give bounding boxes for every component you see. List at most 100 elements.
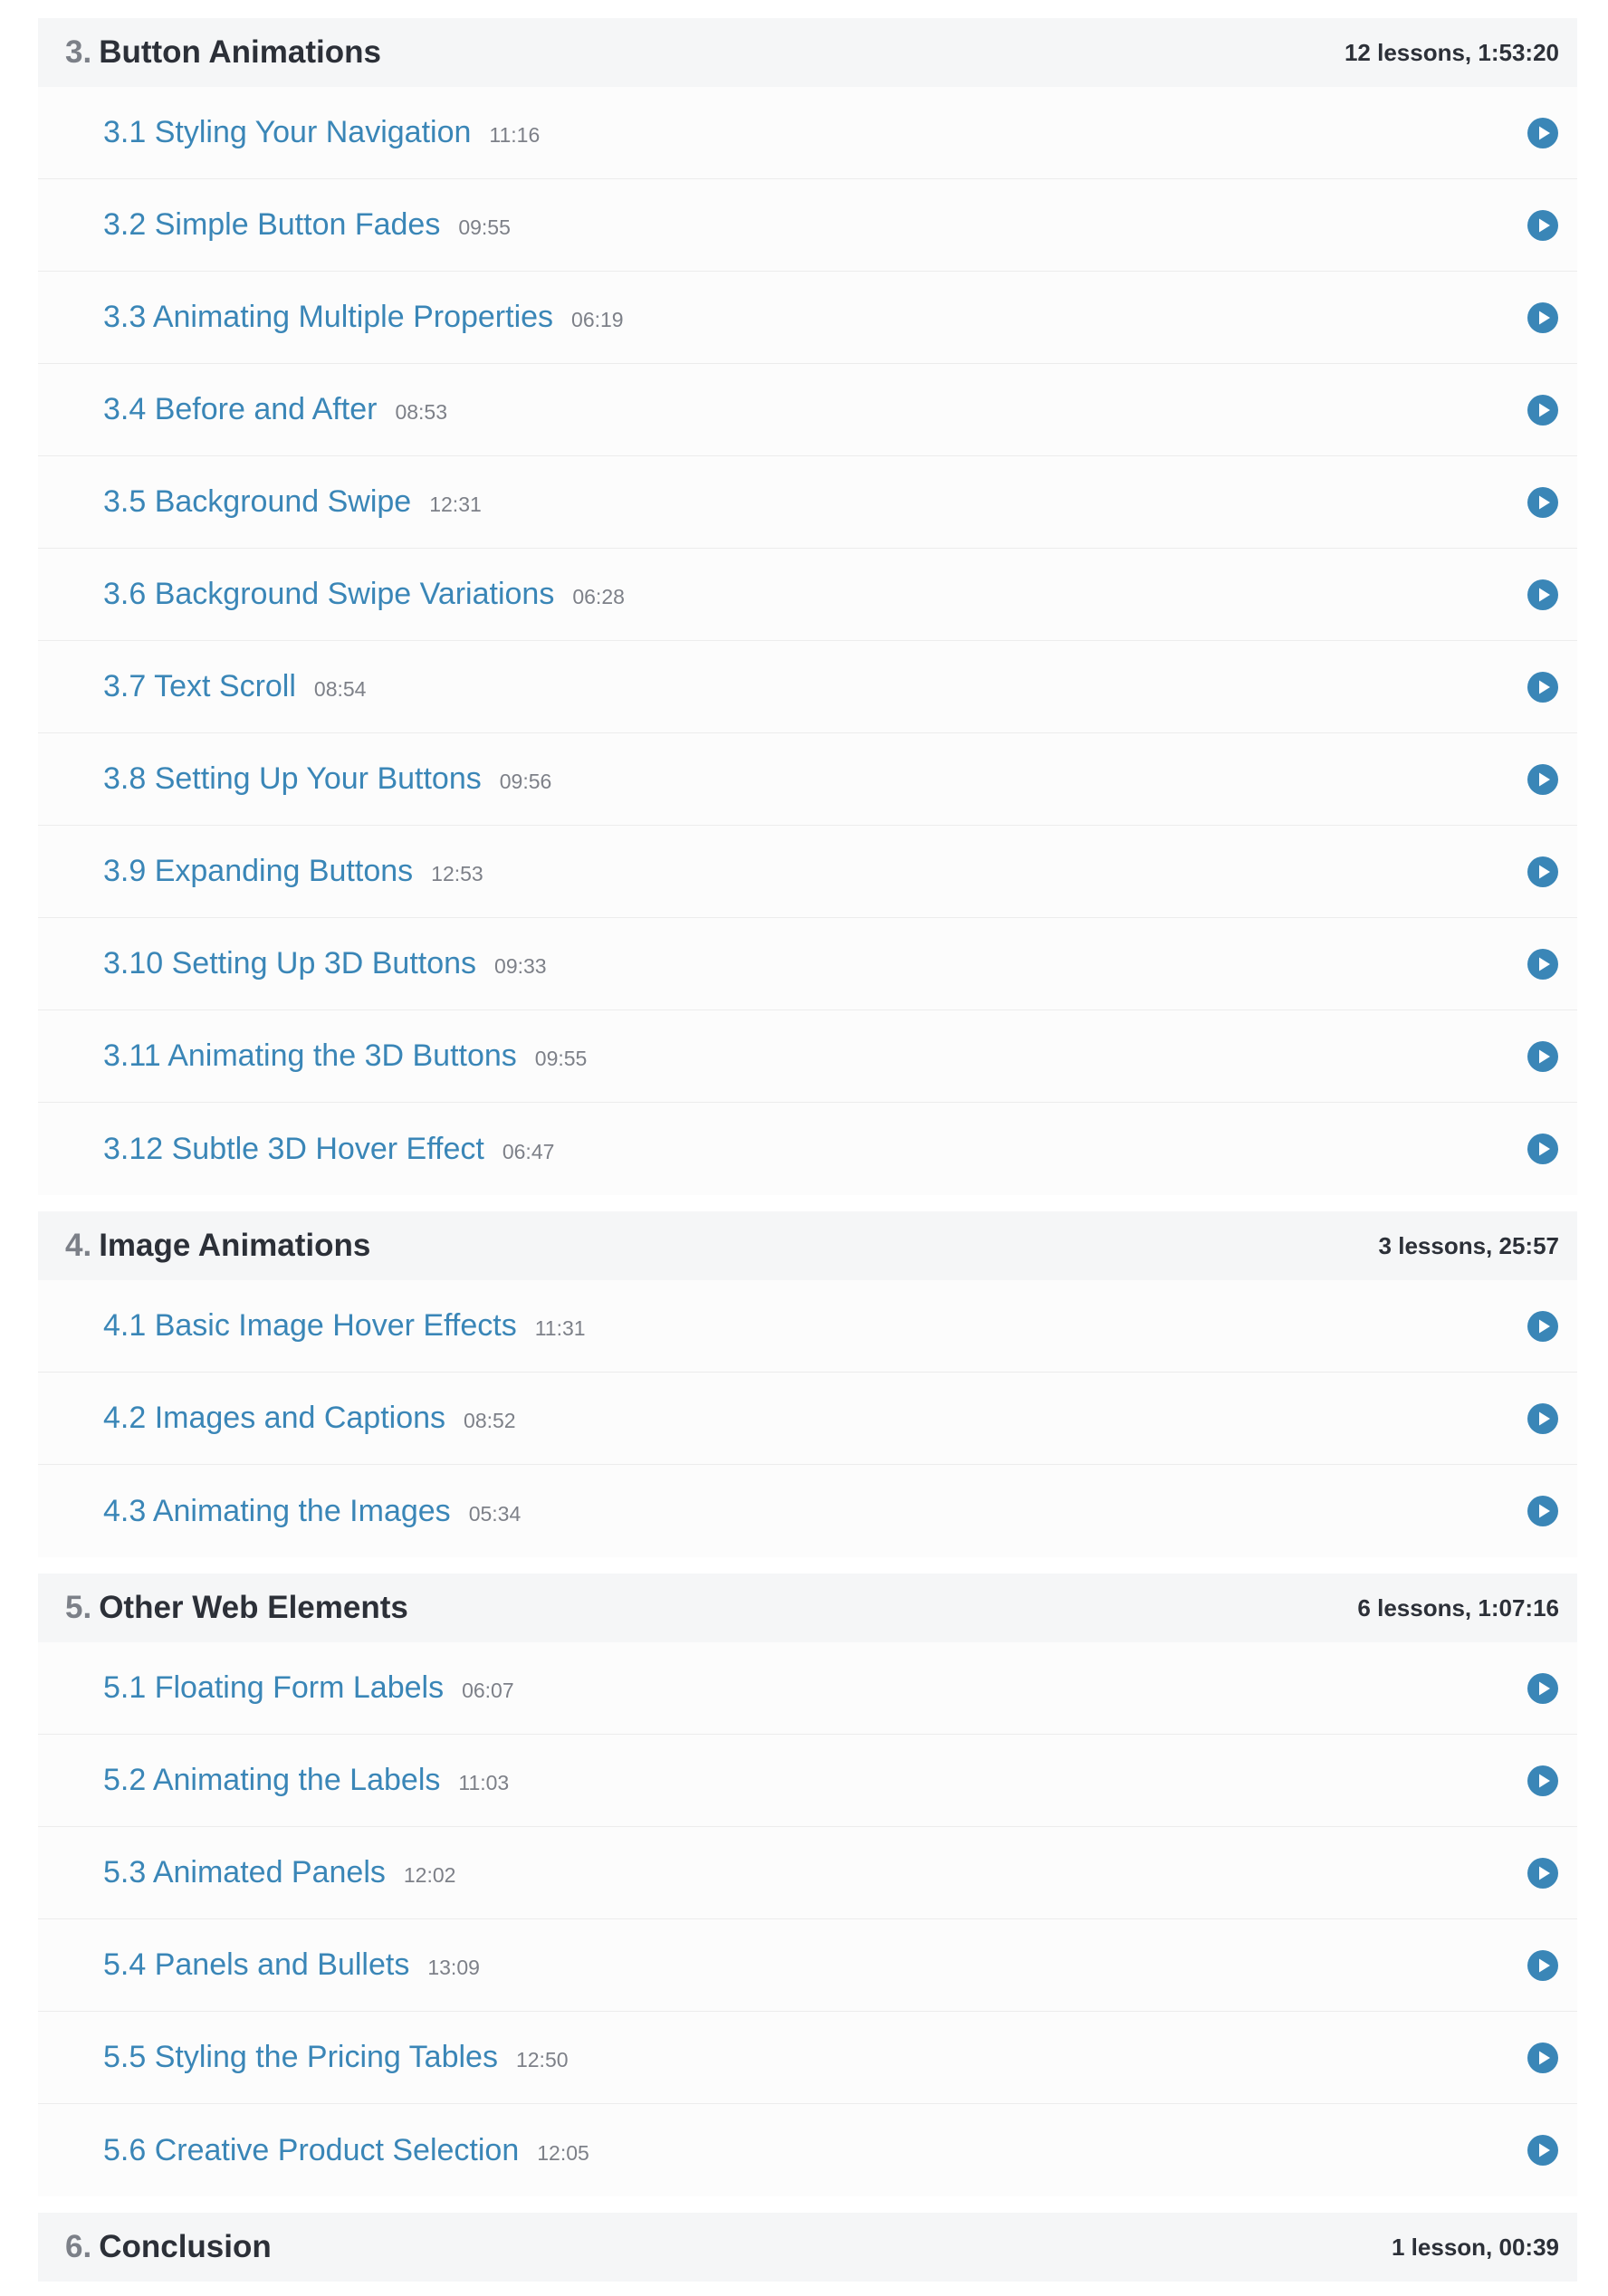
section-lesson-count: 12 lessons, 1:53:20 [1344,38,1559,66]
lesson-row[interactable]: 3.7 Text Scroll 08:54 [38,641,1577,733]
lesson-title-link[interactable]: 4.3 Animating the Images [103,1494,451,1529]
lesson-title-link[interactable]: 3.12 Subtle 3D Hover Effect [103,1132,484,1167]
section-name: Conclusion [99,2229,272,2264]
lesson-title-link[interactable]: 3.10 Setting Up 3D Buttons [103,946,476,981]
play-circle-icon[interactable] [1527,1133,1559,1165]
lesson-row[interactable]: 3.3 Animating Multiple Properties 06:19 [38,272,1577,364]
play-circle-icon[interactable] [1527,763,1559,796]
play-circle-icon[interactable] [1527,2042,1559,2074]
lesson-info: 3.10 Setting Up 3D Buttons 09:33 [103,946,547,981]
play-circle-icon[interactable] [1527,486,1559,519]
lesson-row[interactable]: 4.2 Images and Captions 08:52 [38,1373,1577,1465]
lesson-title-link[interactable]: 3.3 Animating Multiple Properties [103,300,553,335]
lesson-duration: 09:55 [534,1047,588,1070]
lesson-title-link[interactable]: 5.6 Creative Product Selection [103,2133,519,2168]
lesson-title-link[interactable]: 5.1 Floating Form Labels [103,1670,444,1706]
play-circle-icon[interactable] [1527,117,1559,149]
lesson-row[interactable]: 4.1 Basic Image Hover Effects 11:31 [38,1280,1577,1373]
lesson-row[interactable]: 5.2 Animating the Labels 11:03 [38,1735,1577,1827]
lesson-info: 5.6 Creative Product Selection 12:05 [103,2133,589,2168]
lesson-row[interactable]: 3.10 Setting Up 3D Buttons 09:33 [38,918,1577,1010]
lesson-duration: 12:50 [515,2048,569,2071]
lesson-info: 3.7 Text Scroll 08:54 [103,669,366,704]
play-circle-icon[interactable] [1527,2134,1559,2167]
lesson-duration: 08:52 [464,1409,516,1432]
lesson-duration: 05:34 [468,1501,522,1526]
lesson-info: 5.3 Animated Panels 12:02 [103,1855,455,1890]
lesson-info: 3.11 Animating the 3D Buttons 09:55 [103,1038,587,1074]
lesson-row[interactable]: 3.2 Simple Button Fades 09:55 [38,179,1577,272]
lesson-duration: 09:33 [494,954,547,978]
lesson-row[interactable]: 3.12 Subtle 3D Hover Effect 06:47 [38,1103,1577,1195]
section-name: Image Animations [99,1228,371,1263]
play-circle-icon[interactable] [1527,1672,1559,1705]
lesson-title-link[interactable]: 5.2 Animating the Labels [103,1763,440,1798]
lesson-row[interactable]: 5.3 Animated Panels 12:02 [38,1827,1577,1919]
lesson-info: 5.2 Animating the Labels 11:03 [103,1763,509,1798]
play-circle-icon[interactable] [1527,209,1559,242]
play-circle-icon[interactable] [1527,1402,1559,1435]
lesson-row[interactable]: 3.1 Styling Your Navigation 11:16 [38,87,1577,179]
lesson-title-link[interactable]: 4.2 Images and Captions [103,1401,445,1436]
section-header[interactable]: 4. Image Animations 3 lessons, 25:57 [38,1211,1577,1280]
play-circle-icon[interactable] [1527,1765,1559,1797]
section-title: 5. Other Web Elements [65,1590,408,1626]
section-header[interactable]: 6. Conclusion 1 lesson, 00:39 [38,2213,1577,2282]
lesson-info: 3.6 Background Swipe Variations 06:28 [103,577,625,612]
lesson-info: 3.9 Expanding Buttons 12:53 [103,854,483,889]
lesson-title-link[interactable]: 3.5 Background Swipe [103,484,411,520]
play-circle-icon[interactable] [1527,579,1559,611]
lesson-title-link[interactable]: 3.9 Expanding Buttons [103,854,413,889]
lesson-title-link[interactable]: 5.5 Styling the Pricing Tables [103,2040,498,2075]
lesson-row[interactable]: 5.1 Floating Form Labels 06:07 [38,1642,1577,1735]
play-circle-icon[interactable] [1527,671,1559,703]
play-circle-icon[interactable] [1527,1040,1559,1073]
play-circle-icon[interactable] [1527,1857,1559,1889]
lesson-info: 5.4 Panels and Bullets 13:09 [103,1947,480,1983]
lesson-row[interactable]: 3.8 Setting Up Your Buttons 09:56 [38,733,1577,826]
section-title: 6. Conclusion [65,2229,272,2265]
lesson-title-link[interactable]: 3.4 Before and After [103,392,377,427]
section-lesson-count: 1 lesson, 00:39 [1392,2233,1559,2261]
play-circle-icon[interactable] [1527,394,1559,426]
lesson-title-link[interactable]: 3.1 Styling Your Navigation [103,115,471,150]
lesson-row[interactable]: 5.5 Styling the Pricing Tables 12:50 [38,2012,1577,2104]
lesson-duration: 08:53 [395,400,447,424]
lesson-title-link[interactable]: 4.1 Basic Image Hover Effects [103,1308,517,1344]
play-circle-icon[interactable] [1527,1310,1559,1343]
section-number: 5. [65,1590,92,1625]
section-header[interactable]: 3. Button Animations 12 lessons, 1:53:20 [38,18,1577,87]
lesson-title-link[interactable]: 5.3 Animated Panels [103,1855,386,1890]
lesson-row[interactable]: 4.3 Animating the Images 05:34 [38,1465,1577,1557]
play-circle-icon[interactable] [1527,948,1559,981]
lesson-info: 4.2 Images and Captions 08:52 [103,1401,516,1436]
lesson-title-link[interactable]: 3.2 Simple Button Fades [103,207,440,243]
section-header[interactable]: 5. Other Web Elements 6 lessons, 1:07:16 [38,1574,1577,1642]
play-circle-icon[interactable] [1527,1495,1559,1527]
lesson-title-link[interactable]: 3.11 Animating the 3D Buttons [103,1038,517,1074]
play-circle-icon[interactable] [1527,301,1559,334]
lesson-duration: 11:16 [489,123,541,147]
lesson-info: 3.2 Simple Button Fades 09:55 [103,207,511,243]
lesson-row[interactable]: 3.6 Background Swipe Variations 06:28 [38,549,1577,641]
lesson-row[interactable]: 5.4 Panels and Bullets 13:09 [38,1919,1577,2012]
lesson-row[interactable]: 3.4 Before and After 08:53 [38,364,1577,456]
lesson-info: 3.1 Styling Your Navigation 11:16 [103,115,540,150]
lesson-row[interactable]: 3.5 Background Swipe 12:31 [38,456,1577,549]
section-title: 3. Button Animations [65,34,381,71]
lesson-row[interactable]: 5.6 Creative Product Selection 12:05 [38,2104,1577,2196]
lesson-title-link[interactable]: 3.8 Setting Up Your Buttons [103,761,482,797]
play-circle-icon[interactable] [1527,856,1559,888]
lesson-row[interactable]: 3.11 Animating the 3D Buttons 09:55 [38,1010,1577,1103]
lesson-title-link[interactable]: 3.7 Text Scroll [103,669,296,704]
lesson-title-link[interactable]: 5.4 Panels and Bullets [103,1947,409,1983]
lesson-row[interactable]: 3.9 Expanding Buttons 12:53 [38,826,1577,918]
lesson-info: 3.3 Animating Multiple Properties 06:19 [103,300,624,335]
lesson-info: 3.4 Before and After 08:53 [103,392,447,427]
play-circle-icon[interactable] [1527,1949,1559,1982]
lesson-title-link[interactable]: 3.6 Background Swipe Variations [103,577,554,612]
section-name: Other Web Elements [99,1590,408,1625]
